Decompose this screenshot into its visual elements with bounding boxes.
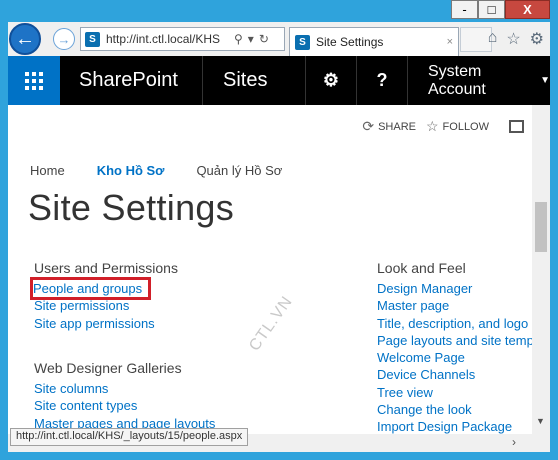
page-title: Site Settings — [28, 187, 235, 228]
link-page-layouts[interactable]: Page layouts and site temp — [377, 332, 532, 349]
status-url-tooltip: http://int.ctl.local/KHS/_layouts/15/peo… — [10, 428, 249, 446]
link-device-channels[interactable]: Device Channels — [377, 366, 532, 383]
sites-link[interactable]: Sites — [203, 69, 305, 92]
favorites-star-icon[interactable]: ☆ — [506, 29, 520, 49]
section-web-designer-galleries: Web Designer Galleries Site columns Site… — [34, 360, 215, 432]
help-icon[interactable]: ? — [357, 56, 407, 105]
link-title-description-logo[interactable]: Title, description, and logo — [377, 315, 532, 332]
tab-site-settings[interactable]: S Site Settings × — [289, 27, 459, 56]
watermark: CTL.VN — [246, 293, 297, 355]
section-look-and-feel: Look and Feel Design Manager Master page… — [377, 260, 532, 434]
tab-title: Site Settings — [316, 35, 384, 49]
link-tree-view[interactable]: Tree view — [377, 384, 532, 401]
sharepoint-favicon-icon: S — [85, 31, 100, 47]
link-people-and-groups[interactable]: People and groups — [29, 276, 152, 301]
close-button[interactable]: X — [505, 0, 550, 19]
search-icon[interactable]: ⚲ — [234, 32, 243, 46]
suite-bar: SharePoint Sites ⚙ ? System Account ▼ — [8, 56, 550, 105]
nav-kho-ho-so[interactable]: Kho Hồ Sơ — [97, 163, 165, 178]
focus-content-icon[interactable] — [509, 120, 524, 133]
scroll-down-icon[interactable]: ▼ — [536, 416, 545, 426]
section-heading: Look and Feel — [377, 260, 466, 276]
share-button[interactable]: ⟳ SHARE — [362, 118, 416, 135]
sharepoint-favicon-icon: S — [295, 34, 310, 50]
link-master-page[interactable]: Master page — [377, 297, 532, 314]
browser-toolbar: ← → S http://int.ctl.local/KHS ⚲ ▾ ↻ S S… — [8, 22, 550, 56]
minimize-button[interactable]: - — [451, 0, 478, 19]
link-change-the-look[interactable]: Change the look — [377, 401, 532, 418]
follow-label: FOLLOW — [442, 120, 489, 133]
page-content: ⟳ SHARE ☆ FOLLOW Home Kho Hồ Sơ Quản lý … — [8, 105, 532, 434]
scroll-right-icon[interactable]: › — [512, 435, 516, 449]
chevron-down-icon: ▼ — [540, 75, 550, 86]
page-actions: ⟳ SHARE ☆ FOLLOW — [362, 118, 524, 135]
share-icon: ⟳ — [362, 118, 375, 134]
window-controls: - □ X — [451, 0, 550, 19]
link-import-design-package[interactable]: Import Design Package — [377, 418, 532, 434]
section-heading: Users and Permissions — [34, 260, 178, 276]
settings-gear-icon[interactable]: ⚙ — [306, 56, 356, 105]
app-launcher-icon[interactable] — [8, 56, 60, 105]
link-site-content-types[interactable]: Site content types — [34, 397, 215, 414]
link-welcome-page[interactable]: Welcome Page — [377, 349, 532, 366]
link-site-app-permissions[interactable]: Site app permissions — [34, 315, 178, 332]
home-icon[interactable]: ⌂ — [488, 29, 498, 49]
settings-gear-icon[interactable]: ⚙ — [530, 29, 544, 49]
star-icon: ☆ — [425, 118, 439, 134]
account-name: System Account — [428, 62, 486, 98]
scrollbar-thumb[interactable] — [535, 202, 547, 252]
maximize-button[interactable]: □ — [478, 0, 505, 19]
section-heading: Web Designer Galleries — [34, 360, 182, 376]
link-design-manager[interactable]: Design Manager — [377, 280, 532, 297]
back-button[interactable]: ← — [9, 23, 41, 55]
link-site-columns[interactable]: Site columns — [34, 380, 215, 397]
forward-button[interactable]: → — [53, 28, 75, 50]
brand-sharepoint[interactable]: SharePoint — [60, 69, 202, 92]
dropdown-icon[interactable]: ▾ — [248, 32, 254, 46]
nav-quan-ly-ho-so[interactable]: Quản lý Hồ Sơ — [196, 163, 282, 178]
vertical-scrollbar[interactable]: ▼ — [532, 105, 550, 434]
address-bar[interactable]: S http://int.ctl.local/KHS ⚲ ▾ ↻ — [80, 27, 285, 51]
share-label: SHARE — [378, 120, 416, 133]
tab-close-icon[interactable]: × — [447, 36, 453, 48]
refresh-icon[interactable]: ↻ — [259, 32, 269, 46]
nav-home[interactable]: Home — [30, 163, 65, 178]
follow-button[interactable]: ☆ FOLLOW — [426, 118, 489, 135]
link-site-permissions[interactable]: Site permissions — [34, 297, 178, 314]
top-navigation: Home Kho Hồ Sơ Quản lý Hồ Sơ — [30, 163, 282, 178]
address-text: http://int.ctl.local/KHS — [106, 32, 221, 46]
account-menu[interactable]: System Account ▼ — [408, 63, 550, 99]
section-users-permissions: Users and Permissions People and groups … — [29, 260, 178, 332]
